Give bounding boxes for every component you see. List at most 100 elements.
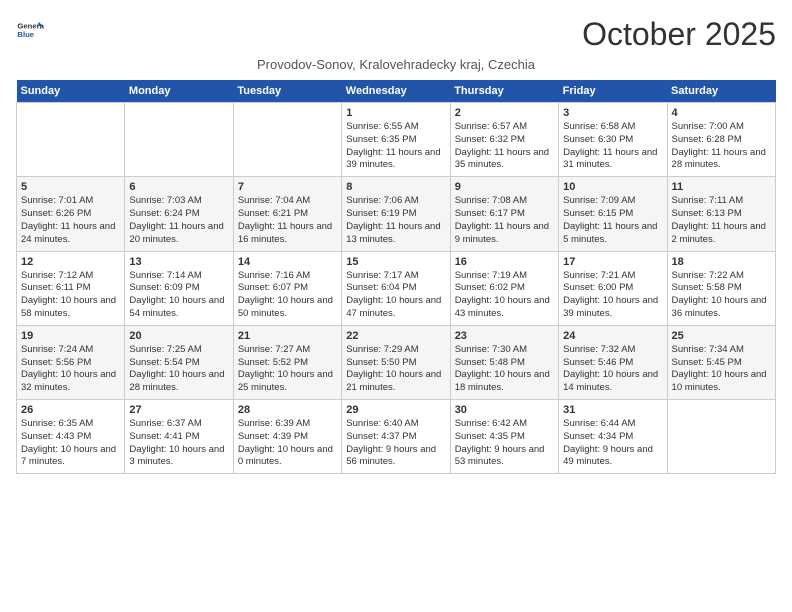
calendar-cell: 17 Sunrise: 7:21 AM Sunset: 6:00 PM Dayli… [559,251,667,325]
calendar-cell: 16 Sunrise: 7:19 AM Sunset: 6:02 PM Dayli… [450,251,558,325]
day-number: 7 [238,181,337,193]
day-detail: Sunrise: 7:14 AM Sunset: 6:09 PM Dayligh… [129,270,228,321]
calendar-cell: 7 Sunrise: 7:04 AM Sunset: 6:21 PM Daylig… [233,177,341,251]
calendar-cell: 27Sunrise: 6:37 AM Sunset: 4:41 PM Dayli… [125,400,233,474]
calendar-week-row: 1Sunrise: 6:55 AM Sunset: 6:35 PM Daylig… [17,103,776,177]
weekday-header-row: SundayMondayTuesdayWednesdayThursdayFrid… [17,80,776,103]
day-detail: Sunrise: 6:57 AM Sunset: 6:32 PM Dayligh… [455,121,554,172]
calendar-cell: 3 Sunrise: 6:58 AM Sunset: 6:30 PM Daylig… [559,103,667,177]
weekday-header: Sunday [17,80,125,103]
calendar-cell: 29 Sunrise: 6:40 AM Sunset: 4:37 PM Dayli… [342,400,450,474]
day-number: 14 [238,256,337,268]
calendar-week-row: 19Sunrise: 7:24 AM Sunset: 5:56 PM Dayli… [17,325,776,399]
day-detail: Sunrise: 7:30 AM Sunset: 5:48 PM Dayligh… [455,344,554,395]
day-number: 6 [129,181,228,193]
calendar-cell: 18 Sunrise: 7:22 AM Sunset: 5:58 PM Dayli… [667,251,775,325]
day-detail: Sunrise: 6:58 AM Sunset: 6:30 PM Dayligh… [563,121,662,172]
day-number: 11 [672,181,771,193]
calendar-cell: 10 Sunrise: 7:09 AM Sunset: 6:15 PM Dayli… [559,177,667,251]
day-number: 23 [455,330,554,342]
day-detail: Sunrise: 6:42 AM Sunset: 4:35 PM Dayligh… [455,418,554,469]
day-detail: Sunrise: 7:09 AM Sunset: 6:15 PM Dayligh… [563,195,662,246]
day-detail: Sunrise: 7:04 AM Sunset: 6:21 PM Dayligh… [238,195,337,246]
calendar-cell: 23 Sunrise: 7:30 AM Sunset: 5:48 PM Dayli… [450,325,558,399]
day-detail: Sunrise: 6:55 AM Sunset: 6:35 PM Dayligh… [346,121,445,172]
calendar-cell: 5 Sunrise: 7:01 AM Sunset: 6:26 PM Daylig… [17,177,125,251]
day-number: 4 [672,107,771,119]
calendar-cell: 6 Sunrise: 7:03 AM Sunset: 6:24 PM Daylig… [125,177,233,251]
calendar-cell: 22 Sunrise: 7:29 AM Sunset: 5:50 PM Dayli… [342,325,450,399]
day-detail: Sunrise: 7:29 AM Sunset: 5:50 PM Dayligh… [346,344,445,395]
day-detail: Sunrise: 7:11 AM Sunset: 6:13 PM Dayligh… [672,195,771,246]
calendar-cell: 31Sunrise: 6:44 AM Sunset: 4:34 PM Dayli… [559,400,667,474]
day-detail: Sunrise: 6:40 AM Sunset: 4:37 PM Dayligh… [346,418,445,469]
day-number: 8 [346,181,445,193]
day-number: 17 [563,256,662,268]
day-detail: Sunrise: 7:17 AM Sunset: 6:04 PM Dayligh… [346,270,445,321]
day-number: 10 [563,181,662,193]
day-number: 26 [21,404,120,416]
day-detail: Sunrise: 7:00 AM Sunset: 6:28 PM Dayligh… [672,121,771,172]
calendar-cell: 25 Sunrise: 7:34 AM Sunset: 5:45 PM Dayli… [667,325,775,399]
calendar-cell: 19Sunrise: 7:24 AM Sunset: 5:56 PM Dayli… [17,325,125,399]
day-detail: Sunrise: 7:19 AM Sunset: 6:02 PM Dayligh… [455,270,554,321]
day-number: 27 [129,404,228,416]
day-number: 12 [21,256,120,268]
day-number: 5 [21,181,120,193]
calendar-cell: 9 Sunrise: 7:08 AM Sunset: 6:17 PM Daylig… [450,177,558,251]
day-detail: Sunrise: 7:03 AM Sunset: 6:24 PM Dayligh… [129,195,228,246]
day-number: 25 [672,330,771,342]
calendar-cell: 11 Sunrise: 7:11 AM Sunset: 6:13 PM Dayli… [667,177,775,251]
svg-text:Blue: Blue [17,30,34,39]
weekday-header: Monday [125,80,233,103]
calendar-cell: 8 Sunrise: 7:06 AM Sunset: 6:19 PM Daylig… [342,177,450,251]
day-number: 9 [455,181,554,193]
location: Provodov-Sonov, Kralovehradecky kraj, Cz… [16,57,776,72]
day-number: 13 [129,256,228,268]
day-detail: Sunrise: 7:22 AM Sunset: 5:58 PM Dayligh… [672,270,771,321]
weekday-header: Tuesday [233,80,341,103]
month-title: October 2025 [582,16,776,53]
calendar-cell: 14 Sunrise: 7:16 AM Sunset: 6:07 PM Dayli… [233,251,341,325]
day-detail: Sunrise: 7:34 AM Sunset: 5:45 PM Dayligh… [672,344,771,395]
day-detail: Sunrise: 6:39 AM Sunset: 4:39 PM Dayligh… [238,418,337,469]
logo-icon: General Blue [16,16,44,44]
logo: General Blue [16,16,44,44]
day-detail: Sunrise: 6:35 AM Sunset: 4:43 PM Dayligh… [21,418,120,469]
day-detail: Sunrise: 7:21 AM Sunset: 6:00 PM Dayligh… [563,270,662,321]
day-detail: Sunrise: 7:01 AM Sunset: 6:26 PM Dayligh… [21,195,120,246]
calendar-cell: 13 Sunrise: 7:14 AM Sunset: 6:09 PM Dayli… [125,251,233,325]
calendar-cell: 26 Sunrise: 6:35 AM Sunset: 4:43 PM Dayli… [17,400,125,474]
weekday-header: Friday [559,80,667,103]
day-number: 20 [129,330,228,342]
weekday-header: Wednesday [342,80,450,103]
calendar: SundayMondayTuesdayWednesdayThursdayFrid… [16,80,776,474]
day-number: 28 [238,404,337,416]
calendar-cell: 15 Sunrise: 7:17 AM Sunset: 6:04 PM Dayli… [342,251,450,325]
day-number: 2 [455,107,554,119]
day-number: 18 [672,256,771,268]
weekday-header: Saturday [667,80,775,103]
calendar-cell: 28 Sunrise: 6:39 AM Sunset: 4:39 PM Dayli… [233,400,341,474]
day-number: 19 [21,330,120,342]
calendar-cell: 21Sunrise: 7:27 AM Sunset: 5:52 PM Dayli… [233,325,341,399]
calendar-cell [17,103,125,177]
calendar-week-row: 5 Sunrise: 7:01 AM Sunset: 6:26 PM Daylig… [17,177,776,251]
header-top: General Blue October 2025 [16,16,776,53]
day-number: 30 [455,404,554,416]
day-detail: Sunrise: 7:16 AM Sunset: 6:07 PM Dayligh… [238,270,337,321]
day-detail: Sunrise: 7:27 AM Sunset: 5:52 PM Dayligh… [238,344,337,395]
calendar-cell: 2 Sunrise: 6:57 AM Sunset: 6:32 PM Daylig… [450,103,558,177]
calendar-cell: 30 Sunrise: 6:42 AM Sunset: 4:35 PM Dayli… [450,400,558,474]
day-detail: Sunrise: 7:08 AM Sunset: 6:17 PM Dayligh… [455,195,554,246]
day-number: 29 [346,404,445,416]
calendar-cell: 24Sunrise: 7:32 AM Sunset: 5:46 PM Dayli… [559,325,667,399]
day-detail: Sunrise: 7:12 AM Sunset: 6:11 PM Dayligh… [21,270,120,321]
day-number: 16 [455,256,554,268]
day-number: 31 [563,404,662,416]
day-number: 22 [346,330,445,342]
day-number: 3 [563,107,662,119]
day-detail: Sunrise: 7:25 AM Sunset: 5:54 PM Dayligh… [129,344,228,395]
day-detail: Sunrise: 7:06 AM Sunset: 6:19 PM Dayligh… [346,195,445,246]
day-number: 15 [346,256,445,268]
